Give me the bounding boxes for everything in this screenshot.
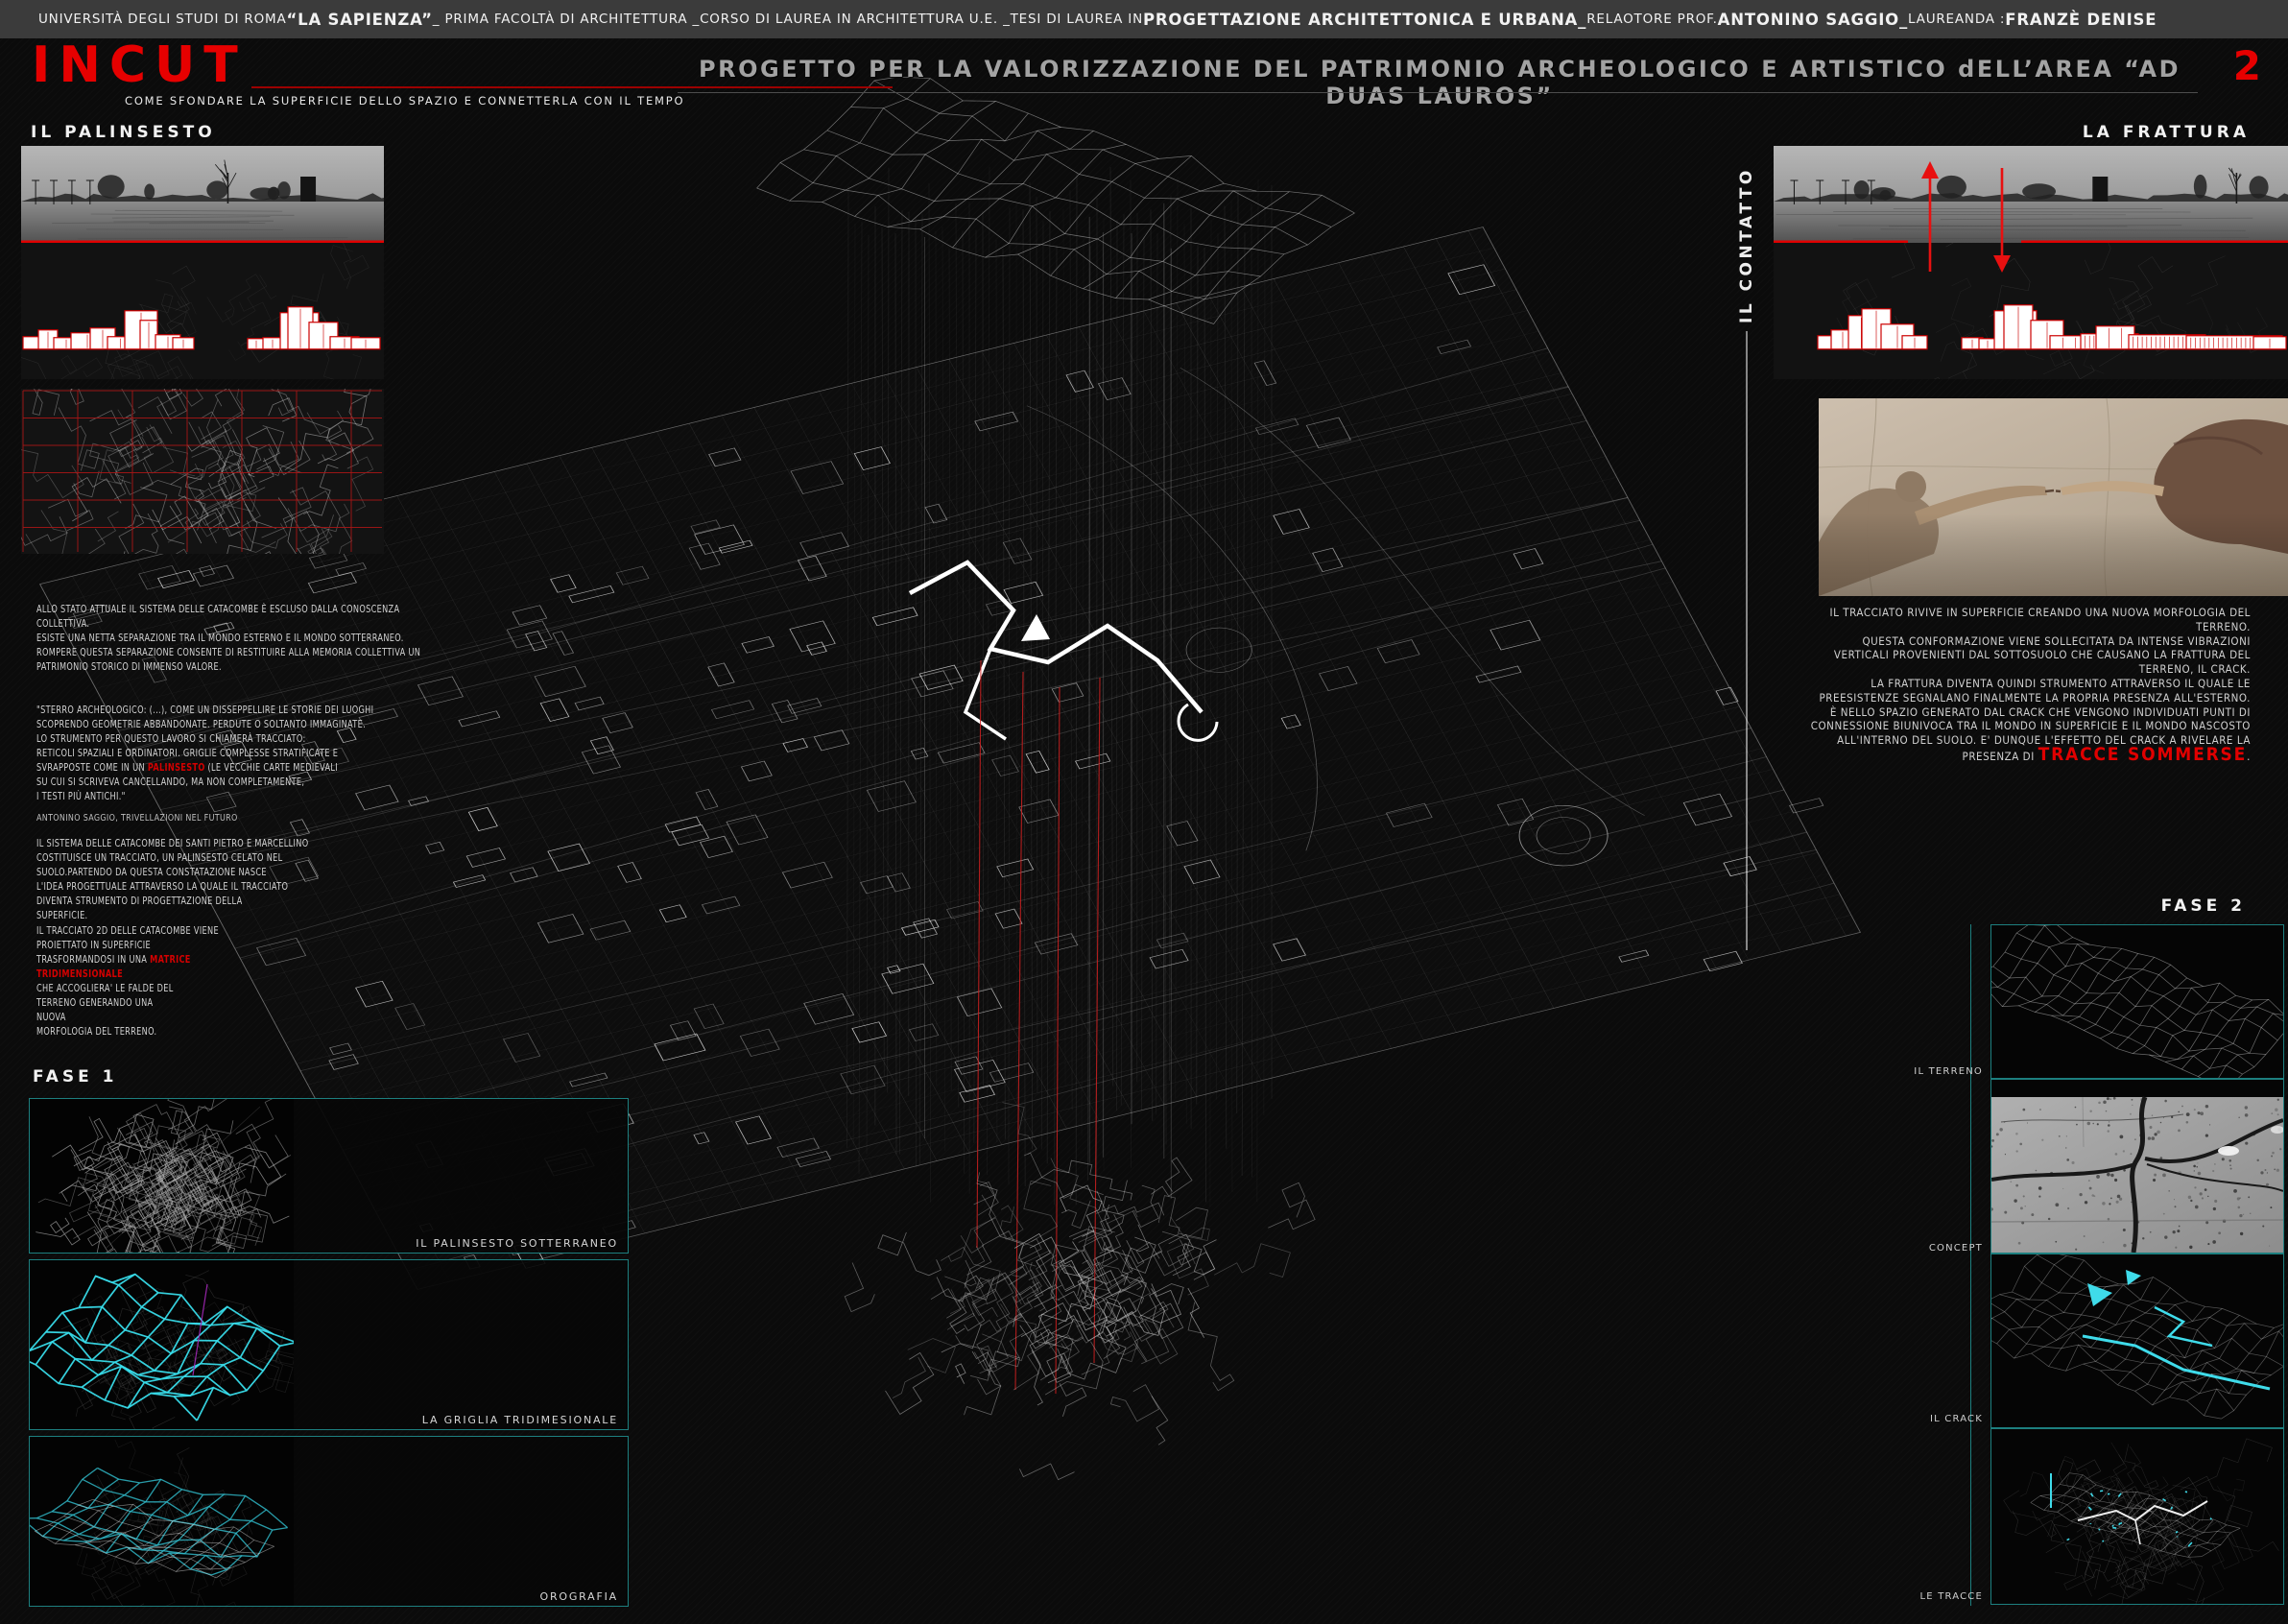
fase2-panel-crack: [1990, 1254, 2284, 1428]
header-professor: ANTONINO SAGGIO_: [1718, 11, 1908, 29]
section-heading-palinsesto: IL PALINSESTO: [31, 123, 216, 142]
project-title: PROGETTO PER LA VALORIZZAZIONE DEL PATRI…: [672, 56, 2207, 109]
fase2-panel-label: IL TERRENO: [1910, 1066, 1983, 1077]
quote-attribution: ANTONINO SAGGIO, TRIVELLAZIONI NEL FUTUR…: [36, 811, 238, 825]
paragraph-tracciato-2d: IL TRACCIATO 2D DELLE CATACOMBE VIENE PR…: [36, 924, 219, 1039]
board-page-number: 2: [2233, 42, 2261, 89]
fase1-panel-palinsesto-sotterraneo: IL PALINSESTO SOTTERRANEO: [29, 1098, 629, 1254]
fase1-panel-griglia: LA GRIGLIA TRIDIMESIONALE: [29, 1259, 629, 1430]
header-text: LAUREANDA :: [1908, 12, 2005, 27]
paragraph-highlight: TRACCE SOMMERSE: [2038, 744, 2248, 765]
fase1-panel-orografia: OROGRAFIA: [29, 1436, 629, 1607]
skyline-diagram: [21, 243, 384, 379]
gray-underline: [678, 92, 2198, 93]
quote-highlight: PALINSESTO: [148, 762, 205, 774]
fase2-panel-tracce: [1990, 1428, 2284, 1605]
project-subtitle: COME SFONDARE LA SUPERFICIE DELLO SPAZIO…: [125, 94, 684, 107]
vertical-divider-line: [1746, 331, 1748, 950]
paragraph-text: IL TRACCIATO RIVIVE IN SUPERFICIE CREAND…: [1811, 606, 2251, 763]
teal-border-line: [1970, 924, 1971, 1606]
thesis-poster-board: UNIVERSITÀ DEGLI STUDI DI ROMA “LA SAPIE…: [0, 0, 2288, 1624]
red-grid-map: [21, 389, 384, 554]
fracture-arrows: [1774, 144, 2288, 288]
creation-of-adam-image: [1819, 398, 2288, 596]
paragraph-text: CHE ACCOGLIERA' LE FALDE DEL TERRENO GEN…: [36, 983, 174, 1038]
fase2-panel-label: LE TRACCE: [1910, 1591, 1983, 1602]
fase2-column: IL TERRENO CONCEPT IL CRACK LE TRACCE: [1910, 924, 2284, 1606]
wireframe-network-image: [30, 1099, 294, 1253]
fase1-panel-label: IL PALINSESTO SOTTERRANEO: [416, 1237, 618, 1250]
fase2-panel-label: CONCEPT: [1910, 1243, 1983, 1254]
section-profile-left: [21, 243, 384, 379]
header-university: “LA SAPIENZA”: [286, 11, 432, 29]
header-text: RELAOTORE PROF.: [1586, 12, 1717, 27]
paragraph-text: .: [2247, 750, 2251, 763]
header-text: _ PRIMA FACOLTÀ DI ARCHITETTURA _CORSO D…: [433, 12, 1143, 27]
section-heading-fase1: FASE 1: [33, 1067, 117, 1087]
orography-mesh-image: [30, 1437, 294, 1606]
panorama-photo-left: [21, 146, 384, 243]
paragraph-catacombe: ALLO STATO ATTUALE IL SISTEMA DELLE CATA…: [36, 603, 420, 675]
fresco-image: [1819, 398, 2288, 596]
vertical-label-il-contatto: IL CONTATTO: [1737, 141, 1756, 323]
paragraph-sistema-catacombe: IL SISTEMA DELLE CATACOMBE DEI SANTI PIE…: [36, 837, 308, 923]
landscape-photo: [21, 146, 384, 243]
project-logo-incut: INCUT: [32, 40, 247, 90]
header-text: UNIVERSITÀ DEGLI STUDI DI ROMA: [38, 12, 286, 27]
paragraph-text: IL TRACCIATO 2D DELLE CATACOMBE VIENE PR…: [36, 925, 219, 966]
page-header: UNIVERSITÀ DEGLI STUDI DI ROMA “LA SAPIE…: [0, 0, 2288, 38]
section-heading-fase2: FASE 2: [2161, 896, 2246, 916]
fase2-panel-label: IL CRACK: [1910, 1414, 1983, 1424]
catacomb-grid-map: [21, 389, 384, 554]
header-student: FRANZÈ DENISE: [2005, 11, 2157, 29]
cyan-grid-image: [30, 1260, 294, 1429]
up-down-arrow-icon: [1774, 144, 2288, 288]
fase2-panel-terreno: [1990, 924, 2284, 1079]
fase2-panel-concept: [1990, 1079, 2284, 1254]
quote-sterro-archeologico: "STERRO ARCHEOLOGICO: (...), COME UN DIS…: [36, 704, 373, 804]
paragraph-frattura: IL TRACCIATO RIVIVE IN SUPERFICIE CREAND…: [1767, 606, 2251, 764]
header-course: PROGETTAZIONE ARCHITETTONICA E URBANA_: [1143, 11, 1586, 29]
fase1-panel-label: LA GRIGLIA TRIDIMESIONALE: [422, 1414, 618, 1426]
section-heading-frattura: LA FRATTURA: [2083, 123, 2250, 142]
fase1-panel-label: OROGRAFIA: [539, 1590, 618, 1603]
